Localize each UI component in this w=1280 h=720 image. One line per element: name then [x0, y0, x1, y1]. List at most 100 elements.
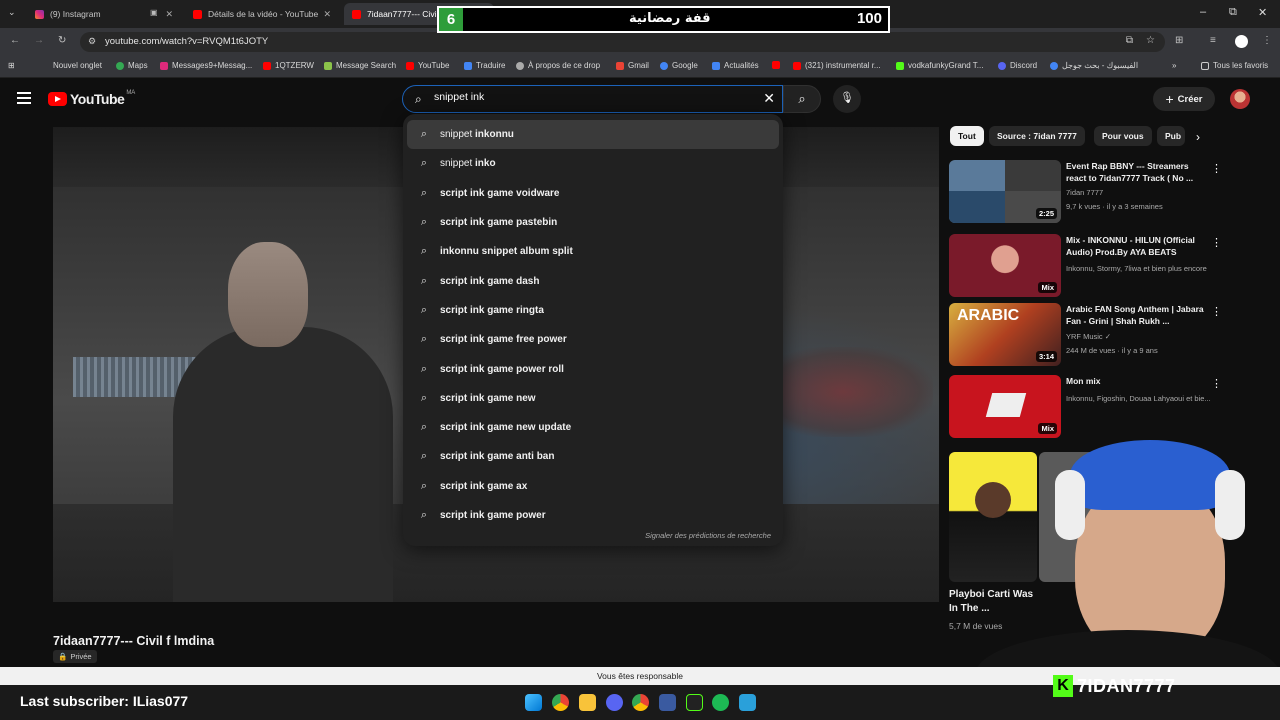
search-suggestion[interactable]: ⌕ script ink game power [403, 501, 783, 530]
file-explorer-icon[interactable] [579, 694, 596, 711]
avatar[interactable] [1230, 89, 1250, 109]
search-button[interactable]: ⌕ [783, 85, 821, 113]
minimize-icon[interactable]: – [1200, 6, 1206, 18]
search-suggestion[interactable]: ⌕ script ink game voidware [403, 179, 783, 208]
clear-search-icon[interactable]: ✕ [763, 90, 775, 107]
search-suggestion[interactable]: ⌕ script ink game ringta [403, 296, 783, 325]
youtube-logo[interactable]: YouTube MA [48, 90, 135, 107]
apps-icon[interactable]: ⊞ [8, 61, 15, 70]
search-suggestion[interactable]: ⌕ script ink game ax [403, 472, 783, 501]
suggestion-completion: script ink game pastebin [440, 217, 558, 229]
bookmark-item[interactable]: (321) instrumental r... [793, 61, 881, 70]
tab-label: Détails de la vidéo - YouTube S [208, 9, 318, 19]
more-options-icon[interactable]: ⋮ [1211, 162, 1222, 175]
site-info-icon[interactable]: ⚙ [88, 36, 96, 47]
video-thumbnail[interactable]: Mix [949, 234, 1061, 297]
search-suggestion[interactable]: ⌕ script ink game anti ban [403, 442, 783, 471]
app-icon[interactable] [659, 694, 676, 711]
related-channel[interactable]: Inkonnu, Stormy, 7liwa et bien plus enco… [1066, 264, 1216, 273]
related-channel[interactable]: 7idan 7777 [1066, 188, 1216, 197]
chip-for-you[interactable]: Pour vous [1094, 126, 1152, 146]
kebab-menu-icon[interactable]: ⋮ [1262, 35, 1272, 46]
suggestion-completion: script ink game new [440, 392, 536, 404]
bookmark-item[interactable] [772, 61, 784, 69]
search-suggestion[interactable]: ⌕ script ink game free power [403, 325, 783, 354]
related-video[interactable]: 2:25 Event Rap BBNY --- Streamers react … [949, 160, 1224, 228]
suggestion-completion: script ink game new update [440, 422, 572, 434]
cast-icon[interactable]: ⧉ [1126, 35, 1133, 46]
tab-search-icon[interactable]: ⌄ [8, 7, 16, 18]
bookmark-item[interactable]: Maps [116, 61, 148, 70]
bookmark-item[interactable]: Nouvel onglet [53, 61, 102, 70]
forward-icon[interactable]: → [34, 35, 44, 46]
video-thumbnail[interactable]: ARABIC 3:14 [949, 303, 1061, 366]
related-title[interactable]: Mon mix [1066, 375, 1206, 387]
search-suggestion[interactable]: ⌕ script ink game dash [403, 266, 783, 295]
streaming-app-icon[interactable] [686, 694, 703, 711]
video-thumbnail[interactable]: 2:25 [949, 160, 1061, 223]
search-suggestion[interactable]: ⌕ snippet inkonnu [407, 120, 779, 150]
bookmark-item[interactable]: Discord [998, 61, 1037, 70]
related-title[interactable]: Mix - INKONNU - HILUN (Official Audio) P… [1066, 234, 1206, 258]
related-video[interactable]: ARABIC 3:14 Arabic FAN Song Anthem | Jab… [949, 303, 1224, 371]
restore-icon[interactable]: ⧉ [1229, 6, 1237, 19]
chrome-icon[interactable] [632, 694, 649, 711]
bookmark-item[interactable]: Google [660, 61, 698, 70]
related-video[interactable]: Mix Mix - INKONNU - HILUN (Official Audi… [949, 234, 1224, 302]
chevron-right-icon[interactable]: › [1196, 130, 1200, 144]
search-input[interactable] [434, 91, 754, 103]
more-options-icon[interactable]: ⋮ [1211, 236, 1222, 249]
related-channel[interactable]: YRF Music ✓ [1066, 332, 1216, 341]
chip-source[interactable]: Source : 7idan 7777 [989, 126, 1085, 146]
search-suggestion[interactable]: ⌕ script ink game pastebin [403, 208, 783, 237]
search-suggestion[interactable]: ⌕ script ink game power roll [403, 354, 783, 383]
bookmark-item[interactable]: 1QTZERW [263, 61, 314, 70]
search-suggestion[interactable]: ⌕ script ink game new update [403, 413, 783, 442]
window-close-icon[interactable]: ✕ [1258, 6, 1267, 19]
report-predictions-link[interactable]: Signaler des prédictions de recherche [645, 531, 771, 540]
search-suggestion[interactable]: ⌕ inkonnu snippet album split [403, 237, 783, 266]
bookmark-item[interactable]: Message Search [324, 61, 396, 70]
suggestion-completion: script ink game voidware [440, 187, 560, 199]
telegram-icon[interactable] [739, 694, 756, 711]
back-icon[interactable]: ← [10, 35, 20, 46]
extensions-icon[interactable]: ⊞ [1175, 35, 1183, 46]
bookmark-item[interactable]: Gmail [616, 61, 649, 70]
bookmark-item[interactable]: À propos de ce drop [516, 61, 600, 70]
create-button[interactable]: + Créer [1153, 87, 1215, 111]
chrome-icon[interactable] [552, 694, 569, 711]
discord-icon[interactable] [606, 694, 623, 711]
tab-youtube-studio[interactable]: Détails de la vidéo - YouTube S ✕ [185, 3, 337, 25]
microphone-icon[interactable]: 🎙 [833, 85, 861, 113]
reload-icon[interactable]: ↻ [58, 35, 66, 46]
bookmark-item[interactable]: vodkafunkyGrand T... [896, 61, 983, 70]
search-icon: ⌕ [420, 333, 428, 346]
bookmark-item[interactable]: الفيسبوك - بحث جوجل [1050, 61, 1138, 70]
chip-all[interactable]: Tout [950, 126, 984, 146]
all-bookmarks-folder[interactable]: Tous les favoris [1201, 61, 1268, 70]
video-thumbnail[interactable]: Mix [949, 375, 1061, 438]
related-title[interactable]: Arabic FAN Song Anthem | Jabara Fan - Gr… [1066, 303, 1206, 327]
address-bar[interactable]: ⚙ youtube.com/watch?v=RVQM1t6JOTY ⧉ ☆ [80, 32, 1165, 52]
private-badge: 🔒 Privée [53, 650, 97, 663]
profile-icon[interactable] [1235, 35, 1248, 48]
bookmark-star-icon[interactable]: ☆ [1146, 35, 1155, 46]
search-suggestion[interactable]: ⌕ snippet inko [403, 149, 783, 178]
close-icon[interactable]: ✕ [165, 9, 173, 20]
more-options-icon[interactable]: ⋮ [1211, 377, 1222, 390]
related-title[interactable]: Event Rap BBNY --- Streamers react to 7i… [1066, 160, 1206, 184]
hamburger-menu-icon[interactable] [17, 92, 31, 107]
related-channel[interactable]: Inkonnu, Figoshin, Douaa Lahyaoui et bie… [1066, 394, 1216, 403]
windows-start-icon[interactable] [525, 694, 542, 711]
more-bookmarks-icon[interactable]: » [1172, 61, 1176, 70]
close-icon[interactable]: ✕ [323, 9, 331, 20]
bookmark-item[interactable]: Traduire [464, 61, 506, 70]
bookmark-item[interactable]: Messages9+Messag... [160, 61, 252, 70]
reading-list-icon[interactable]: ≡ [1210, 35, 1216, 46]
spotify-icon[interactable] [712, 694, 729, 711]
chip-more[interactable]: Pub [1157, 126, 1185, 146]
search-suggestion[interactable]: ⌕ script ink game new [403, 384, 783, 413]
bookmark-item[interactable]: YouTube [406, 61, 449, 70]
bookmark-item[interactable]: Actualités [712, 61, 759, 70]
more-options-icon[interactable]: ⋮ [1211, 305, 1222, 318]
